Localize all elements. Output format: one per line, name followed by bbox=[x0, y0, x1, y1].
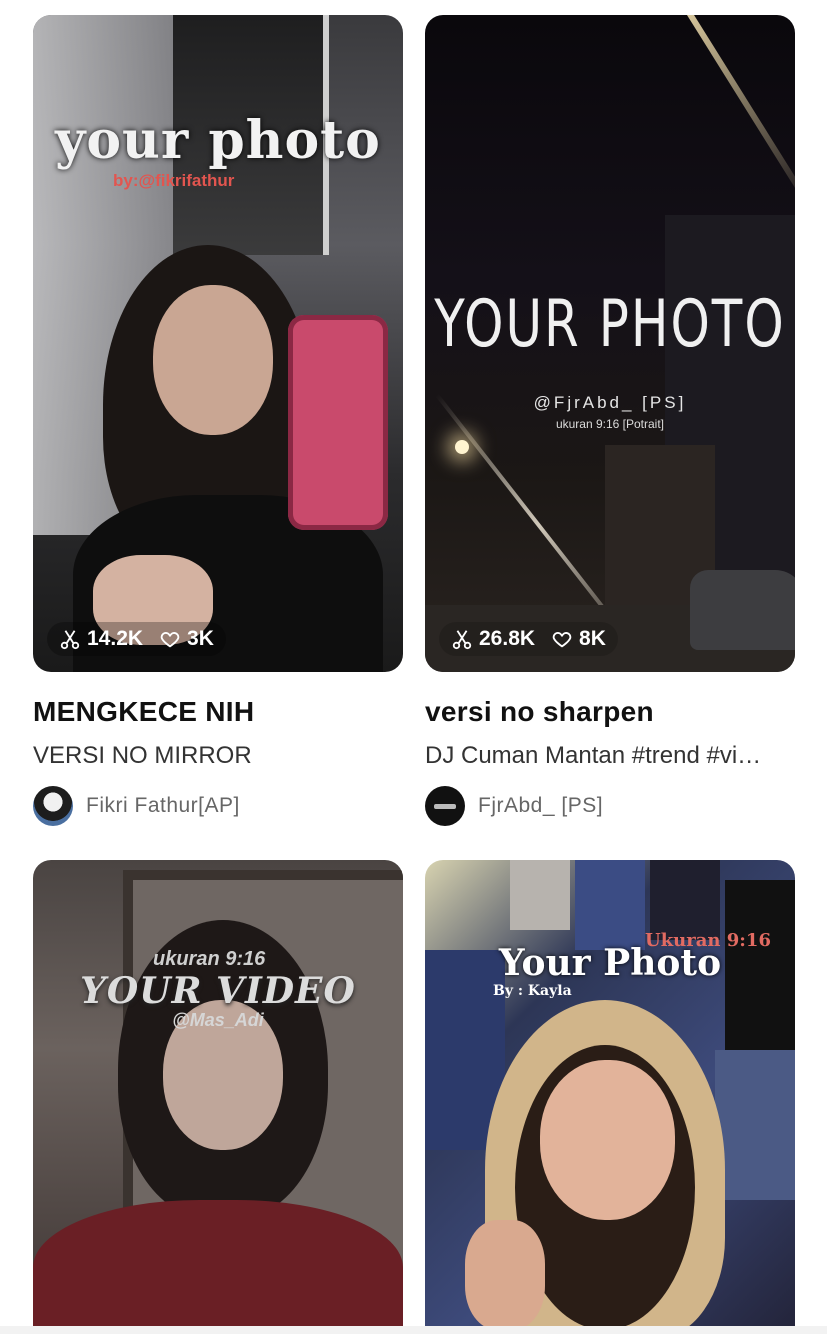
likes-count: 8K bbox=[579, 627, 606, 650]
avatar[interactable] bbox=[425, 786, 465, 826]
scissors-icon bbox=[59, 628, 81, 650]
collage-tile-shape bbox=[715, 1050, 795, 1200]
template-thumbnail[interactable]: YOUR PHOTO @FjrAbd_ [PS] ukuran 9:16 [Po… bbox=[425, 15, 795, 672]
overlay-title: Your Photo bbox=[498, 942, 722, 984]
card-subtitle: VERSI NO MIRROR bbox=[33, 742, 252, 769]
body-shape bbox=[33, 1200, 403, 1330]
avatar[interactable] bbox=[33, 786, 73, 826]
card-title[interactable]: MENGKECE NIH bbox=[33, 696, 403, 728]
author-name[interactable]: FjrAbd_ [PS] bbox=[478, 794, 603, 818]
collage-tile-shape bbox=[650, 860, 720, 940]
light-streak-shape bbox=[675, 15, 795, 218]
heart-icon bbox=[159, 628, 181, 650]
overlay-note: ukuran 9:16 [Potrait] bbox=[555, 417, 665, 431]
stats-badge: 26.8K 8K bbox=[439, 622, 618, 656]
overlay-note: ukuran 9:16 bbox=[153, 948, 266, 970]
template-card-3[interactable]: ukuran 9:16 YOUR VIDEO @Mas_Adi bbox=[33, 860, 403, 1330]
overlay-title: YOUR PHOTO bbox=[434, 286, 786, 362]
overlay-credit: @Mas_Adi bbox=[172, 1010, 264, 1030]
author-row[interactable]: Fikri Fathur[AP] bbox=[33, 786, 403, 826]
template-card-1[interactable]: your photo by:@fikrifathur 14.2K 3K MENG… bbox=[33, 15, 403, 826]
uses-count: 26.8K bbox=[479, 627, 536, 650]
overlay-credit: By : Kayla bbox=[493, 983, 572, 999]
template-card-2[interactable]: YOUR PHOTO @FjrAbd_ [PS] ukuran 9:16 [Po… bbox=[425, 15, 795, 826]
overlay-title: your photo bbox=[55, 110, 381, 171]
hand-shape bbox=[465, 1220, 545, 1330]
stats-badge: 14.2K 3K bbox=[47, 622, 226, 656]
street-light-shape bbox=[455, 440, 469, 454]
template-thumbnail[interactable]: your photo by:@fikrifathur 14.2K 3K bbox=[33, 15, 403, 672]
template-card-4[interactable]: Ukuran 9:16 Your Photo By : Kayla bbox=[425, 860, 795, 1330]
car-shape bbox=[690, 570, 795, 650]
author-name[interactable]: Fikri Fathur[AP] bbox=[86, 794, 240, 818]
template-thumbnail[interactable]: ukuran 9:16 YOUR VIDEO @Mas_Adi bbox=[33, 860, 403, 1330]
collage-tile-shape bbox=[575, 860, 645, 950]
overlay-title: YOUR VIDEO bbox=[80, 970, 356, 1012]
heart-icon bbox=[551, 628, 573, 650]
collage-tile-shape bbox=[510, 860, 570, 930]
overlay-credit: @FjrAbd_ [PS] bbox=[533, 393, 687, 412]
face-shape bbox=[540, 1060, 675, 1220]
face-shape bbox=[153, 285, 273, 435]
bottom-divider bbox=[0, 1326, 827, 1334]
phone-shape bbox=[288, 315, 388, 530]
template-thumbnail[interactable]: Ukuran 9:16 Your Photo By : Kayla bbox=[425, 860, 795, 1330]
author-row[interactable]: FjrAbd_ [PS] bbox=[425, 786, 795, 826]
card-subtitle: DJ Cuman Mantan #trend #vi… bbox=[425, 742, 762, 769]
card-title[interactable]: versi no sharpen bbox=[425, 696, 795, 728]
avatar-logo-icon bbox=[434, 803, 456, 809]
overlay-credit: by:@fikrifathur bbox=[113, 171, 235, 190]
likes-count: 3K bbox=[187, 627, 214, 650]
scissors-icon bbox=[451, 628, 473, 650]
uses-count: 14.2K bbox=[87, 627, 144, 650]
